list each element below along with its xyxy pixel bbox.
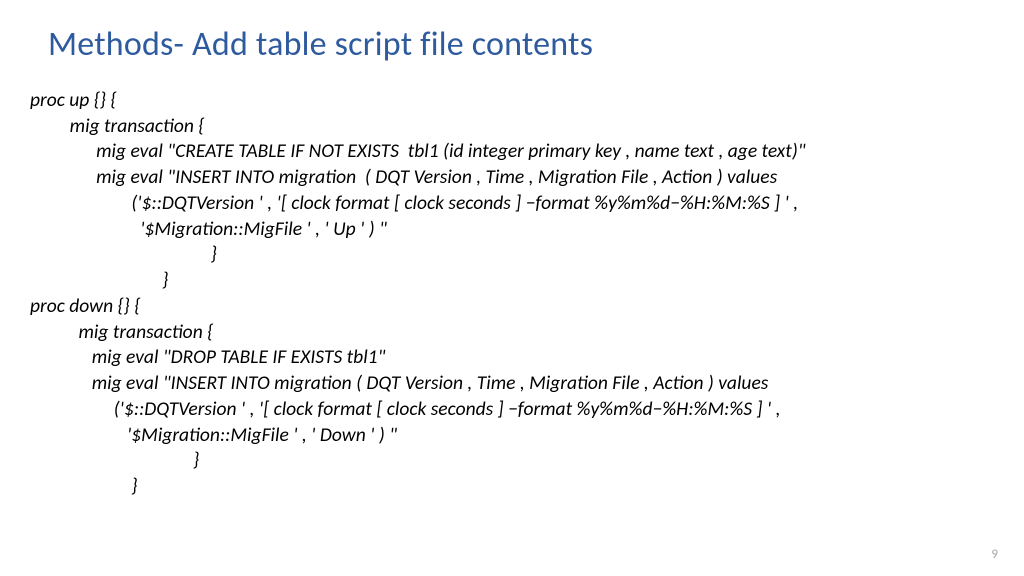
code-line: mig eval "INSERT INTO migration ( DQT Ve… xyxy=(30,371,994,397)
code-line: mig eval "INSERT INTO migration ( DQT Ve… xyxy=(30,165,994,191)
code-line: proc down {} { xyxy=(30,294,994,320)
code-line: ('$::DQTVersion ' , '[ clock format [ cl… xyxy=(30,191,994,217)
slide-title: Methods- Add table script file contents xyxy=(48,24,593,65)
code-line: } xyxy=(30,242,994,268)
page-number: 9 xyxy=(991,547,998,562)
code-line: mig eval "CREATE TABLE IF NOT EXISTS tbl… xyxy=(30,139,994,165)
code-line: '$Migration::MigFile ' , ' Down ' ) " xyxy=(30,423,994,449)
code-line: mig eval "DROP TABLE IF EXISTS tbl1" xyxy=(30,345,994,371)
code-line: proc up {} { xyxy=(30,88,994,114)
code-line: mig transaction { xyxy=(30,320,994,346)
code-block: proc up {} { mig transaction { mig eval … xyxy=(30,88,994,500)
code-line: } xyxy=(30,268,994,294)
code-line: ('$::DQTVersion ' , '[ clock format [ cl… xyxy=(30,397,994,423)
code-line: mig transaction { xyxy=(30,114,994,140)
code-line: } xyxy=(30,474,994,500)
code-line: '$Migration::MigFile ' , ' Up ' ) " xyxy=(30,217,994,243)
code-line: } xyxy=(30,448,994,474)
